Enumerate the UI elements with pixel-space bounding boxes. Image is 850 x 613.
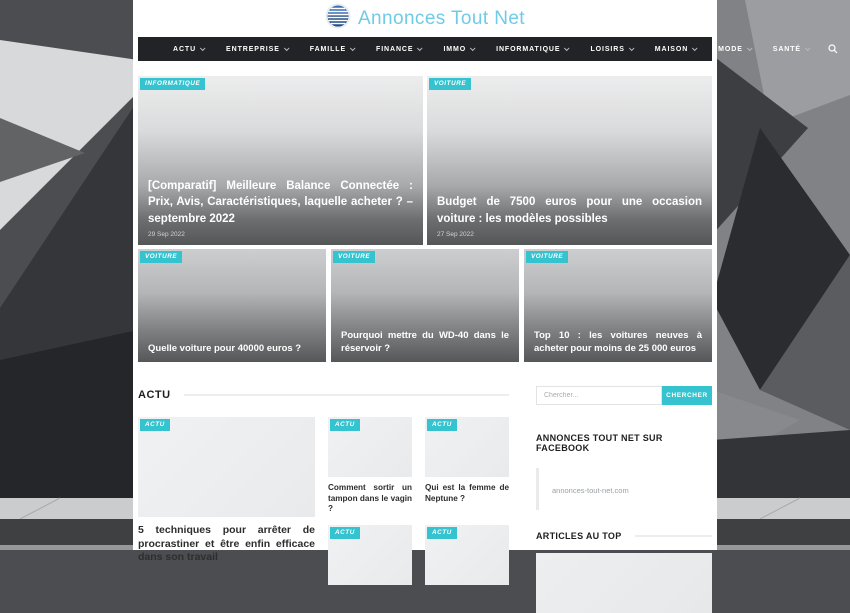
actu-article[interactable]: ACTU Qui est la femme de Neptune ? (425, 417, 509, 515)
category-badge[interactable]: ACTU (330, 419, 360, 431)
article-title[interactable]: 5 techniques pour arrêter de procrastine… (138, 524, 315, 565)
category-badge[interactable]: VOITURE (526, 251, 568, 263)
category-badge[interactable]: ACTU (140, 419, 170, 431)
content-column: Annonces Tout Net ACTU ENTREPRISE FAMILL… (133, 0, 717, 550)
category-badge[interactable]: VOITURE (140, 251, 182, 263)
article-image: ACTU (328, 525, 412, 585)
actu-lead-article[interactable]: ACTU 5 techniques pour arrêter de procra… (138, 417, 315, 585)
top-article-image[interactable] (536, 553, 712, 613)
featured-row-large: INFORMATIQUE [Comparatif] Meilleure Bala… (138, 76, 712, 245)
article-title[interactable]: Budget de 7500 euros pour une occasion v… (437, 194, 702, 227)
facebook-heading-row: ANNONCES TOUT NET SUR FACEBOOK (536, 433, 712, 453)
nav-item-finance[interactable]: FINANCE (365, 37, 432, 61)
article-image: ACTU (425, 525, 509, 585)
chevron-down-icon (805, 45, 811, 51)
featured-article[interactable]: VOITURE Top 10 : les voitures neuves à a… (524, 249, 712, 362)
nav-item-maison[interactable]: MAISON (644, 37, 707, 61)
chevron-down-icon (200, 45, 206, 51)
search-input[interactable] (536, 386, 662, 405)
category-badge[interactable]: VOITURE (333, 251, 375, 263)
sidebar: CHERCHER ANNONCES TOUT NET SUR FACEBOOK … (536, 376, 712, 613)
nav-item-famille[interactable]: FAMILLE (299, 37, 365, 61)
actu-main-column: ACTU ACTU 5 techniques pour arrêter de p… (138, 376, 509, 613)
chevron-down-icon (350, 45, 356, 51)
article-image: ACTU (138, 417, 315, 517)
facebook-link[interactable]: annonces-tout-net.com (552, 486, 629, 495)
actu-section: ACTU ACTU 5 techniques pour arrêter de p… (138, 376, 712, 613)
featured-article[interactable]: INFORMATIQUE [Comparatif] Meilleure Bala… (138, 76, 423, 245)
featured-article[interactable]: VOITURE Quelle voiture pour 40000 euros … (138, 249, 326, 362)
category-badge[interactable]: VOITURE (429, 78, 471, 90)
nav-item-informatique[interactable]: INFORMATIQUE (485, 37, 579, 61)
article-image: ACTU (328, 417, 412, 477)
sidebar-heading: ARTICLES AU TOP (536, 531, 622, 541)
actu-article[interactable]: ACTU Comment sortir un tampon dans le va… (328, 417, 412, 515)
article-image: ACTU (425, 417, 509, 477)
actu-article[interactable]: ACTU (425, 525, 509, 585)
actu-heading-row: ACTU (138, 388, 509, 402)
chevron-down-icon (564, 45, 570, 51)
search-submit-button[interactable]: CHERCHER (662, 386, 712, 405)
chevron-down-icon (417, 45, 423, 51)
article-title[interactable]: Top 10 : les voitures neuves à acheter p… (534, 329, 702, 355)
search-icon[interactable] (820, 37, 846, 61)
chevron-down-icon (284, 45, 290, 51)
top-articles-heading-row: ARTICLES AU TOP (536, 531, 712, 541)
facebook-widget: annonces-tout-net.com (536, 468, 712, 510)
category-badge[interactable]: ACTU (330, 527, 360, 539)
article-title[interactable]: Pourquoi mettre du WD-40 dans le réservo… (341, 329, 509, 355)
chevron-down-icon (629, 45, 635, 51)
category-badge[interactable]: ACTU (427, 527, 457, 539)
site-header: Annonces Tout Net (138, 0, 712, 37)
actu-article[interactable]: ACTU (328, 525, 412, 585)
main-navigation: ACTU ENTREPRISE FAMILLE FINANCE IMMO INF… (138, 37, 712, 61)
article-title[interactable]: [Comparatif] Meilleure Balance Connectée… (148, 178, 413, 228)
featured-article[interactable]: VOITURE Budget de 7500 euros pour une oc… (427, 76, 712, 245)
nav-item-entreprise[interactable]: ENTREPRISE (215, 37, 299, 61)
sidebar-search: CHERCHER (536, 386, 712, 405)
nav-item-immo[interactable]: IMMO (432, 37, 485, 61)
article-title[interactable]: Quelle voiture pour 40000 euros ? (148, 342, 316, 355)
chevron-down-icon (692, 45, 698, 51)
site-title[interactable]: Annonces Tout Net (358, 8, 525, 30)
chevron-down-icon (470, 45, 476, 51)
article-title[interactable]: Comment sortir un tampon dans le vagin ? (328, 483, 412, 515)
chevron-down-icon (747, 45, 753, 51)
nav-item-sante[interactable]: SANTÉ (762, 37, 820, 61)
heading-divider (184, 394, 509, 396)
article-date: 29 Sep 2022 (148, 231, 413, 238)
globe-logo-icon[interactable] (325, 3, 351, 34)
nav-item-loisirs[interactable]: LOISIRS (579, 37, 643, 61)
featured-row-small: VOITURE Quelle voiture pour 40000 euros … (138, 249, 712, 362)
heading-divider (635, 535, 712, 537)
featured-article[interactable]: VOITURE Pourquoi mettre du WD-40 dans le… (331, 249, 519, 362)
category-badge[interactable]: ACTU (427, 419, 457, 431)
article-title[interactable]: Qui est la femme de Neptune ? (425, 483, 509, 504)
nav-item-mode[interactable]: MODE (707, 37, 762, 61)
section-title: ACTU (138, 389, 171, 401)
nav-item-actu[interactable]: ACTU (162, 37, 215, 61)
sidebar-heading: ANNONCES TOUT NET SUR FACEBOOK (536, 433, 699, 453)
article-date: 27 Sep 2022 (437, 231, 702, 238)
category-badge[interactable]: INFORMATIQUE (140, 78, 205, 90)
